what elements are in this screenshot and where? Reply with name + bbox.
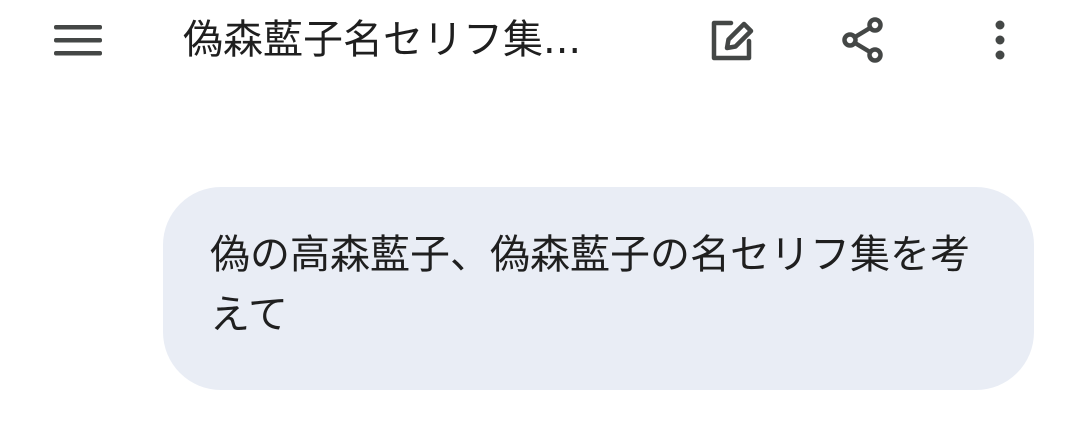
conversation-area: 偽の高森藍子、偽森藍子の名セリフ集を考えて (0, 82, 1080, 435)
edit-icon (711, 20, 754, 61)
menu-icon (54, 25, 102, 56)
user-message-text: 偽の高森藍子、偽森藍子の名セリフ集を考えて (210, 232, 970, 338)
more-options-button[interactable] (968, 8, 1032, 72)
edit-title-button[interactable] (700, 8, 764, 72)
conversation-title: 偽森藍子名セリフ集... (183, 17, 582, 63)
top-app-bar: 偽森藍子名セリフ集... (0, 0, 1080, 82)
menu-button[interactable] (46, 8, 110, 72)
chat-screen: 偽森藍子名セリフ集... 偽の高森藍子、偽森藍子の名セリフ集を考えて (0, 0, 1080, 435)
share-icon (842, 17, 883, 63)
share-button[interactable] (831, 8, 895, 72)
more-vertical-icon (995, 20, 1005, 60)
user-message-bubble[interactable]: 偽の高森藍子、偽森藍子の名セリフ集を考えて (163, 187, 1034, 390)
